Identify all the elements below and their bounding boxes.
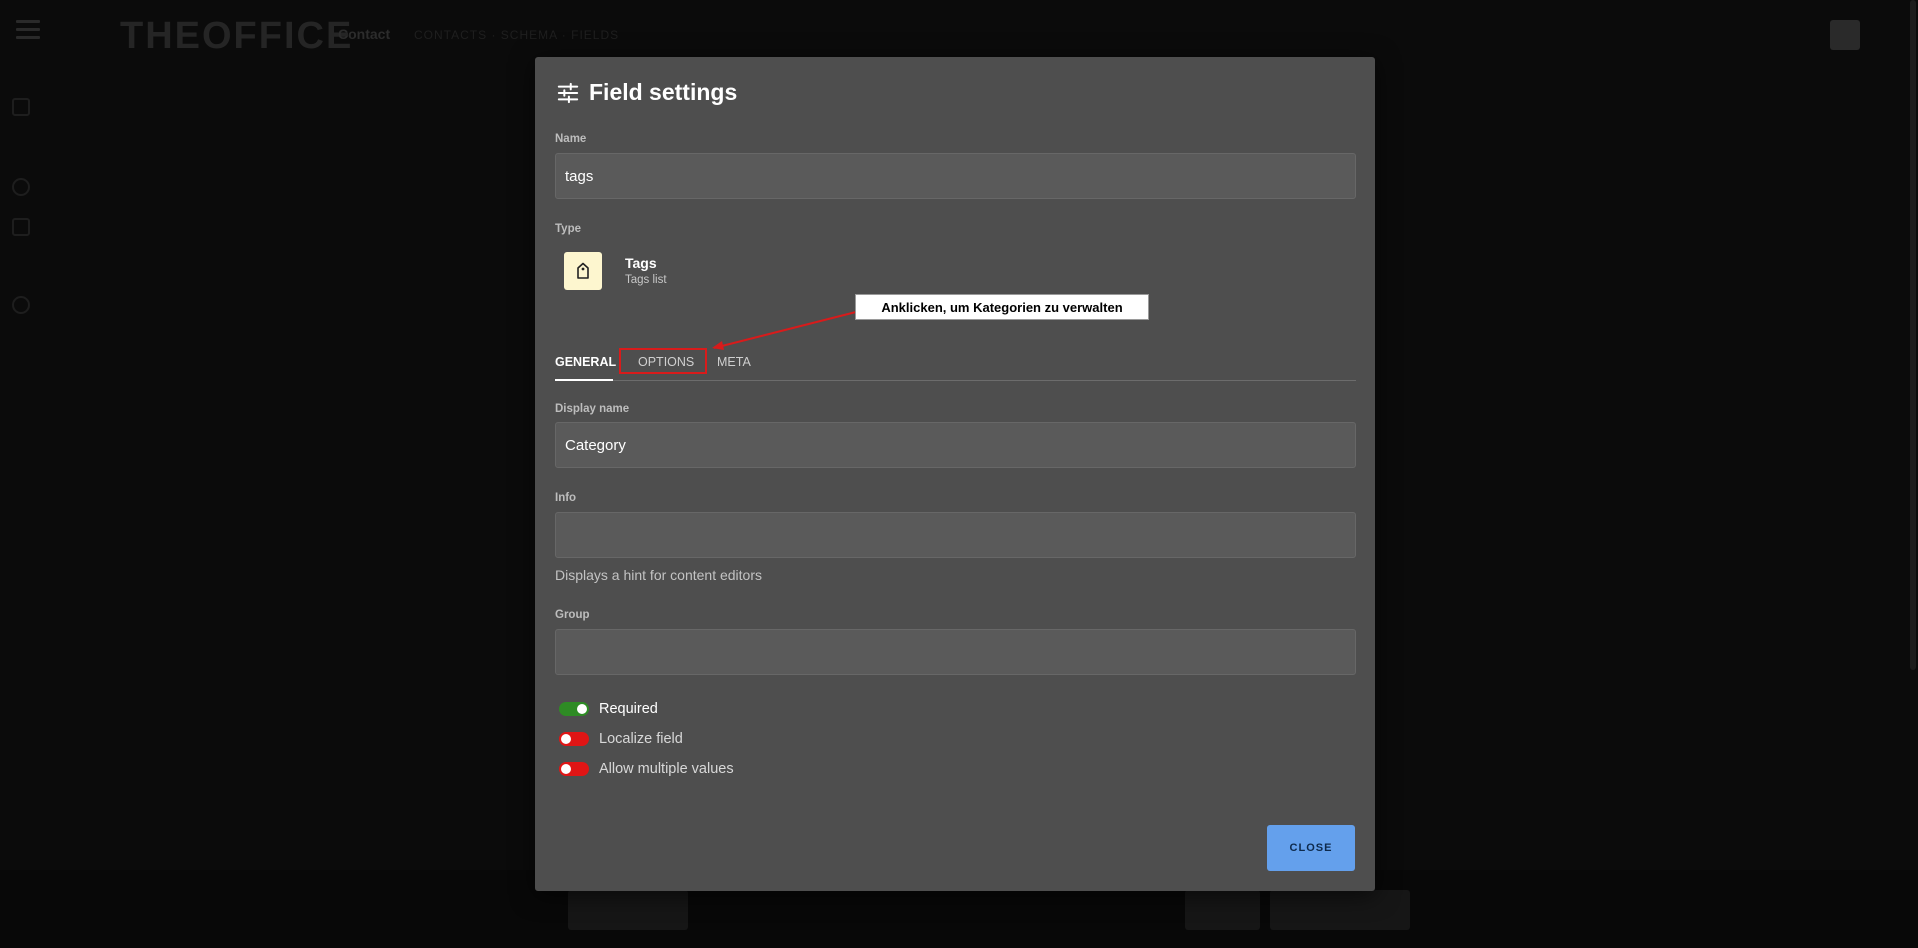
required-label: Required (599, 701, 658, 717)
background-button (1270, 890, 1410, 930)
sliders-icon (557, 82, 579, 103)
type-icon-box (564, 252, 602, 290)
group-input[interactable] (555, 629, 1356, 675)
app-logo: THEOFFICE (120, 15, 354, 57)
toggle-knob (577, 704, 587, 714)
multiple-values-toggle[interactable] (559, 762, 589, 776)
dialog-title: Field settings (589, 79, 738, 105)
sidebar-icon-assets (12, 178, 30, 196)
type-label: Type (555, 223, 581, 235)
required-toggle[interactable] (559, 702, 589, 716)
annotation-arrow-icon (712, 311, 857, 350)
name-label: Name (555, 133, 587, 145)
scrollbar[interactable] (1910, 0, 1916, 670)
breadcrumb: Contact (338, 26, 391, 42)
group-label: Group (555, 609, 590, 621)
toggle-knob (561, 764, 571, 774)
multiple-values-label: Allow multiple values (599, 761, 734, 777)
sidebar-icon-content (12, 98, 30, 116)
dialog-header: Field settings (557, 79, 737, 106)
localize-label: Localize field (599, 731, 683, 747)
display-name-label: Display name (555, 403, 630, 415)
info-input[interactable] (555, 512, 1356, 558)
multiple-values-toggle-row[interactable]: Allow multiple values (559, 761, 734, 777)
name-input[interactable]: tags (555, 153, 1356, 199)
type-description: Tags list (625, 274, 667, 286)
localize-toggle[interactable] (559, 732, 589, 746)
close-button[interactable]: CLOSE (1267, 825, 1355, 871)
background-button (1185, 890, 1260, 930)
breadcrumb-path: CONTACTS · SCHEMA · FIELDS (414, 28, 620, 42)
background-button (568, 890, 688, 930)
avatar (1830, 20, 1860, 50)
menu-icon (16, 20, 40, 40)
info-label: Info (555, 492, 577, 504)
sidebar-icon-search (12, 296, 30, 314)
field-settings-dialog: Field settings Name tags Type Tags Tags … (535, 57, 1375, 891)
toggle-knob (561, 734, 571, 744)
tab-general[interactable]: GENERAL (555, 355, 616, 369)
active-tab-indicator (555, 379, 613, 381)
options-tab-highlight (619, 348, 707, 374)
tag-icon (577, 262, 589, 279)
required-toggle-row[interactable]: Required (559, 701, 658, 717)
localize-toggle-row[interactable]: Localize field (559, 731, 683, 747)
type-name: Tags (625, 255, 657, 271)
display-name-input[interactable]: Category (555, 422, 1356, 468)
sidebar-icon-schema (12, 218, 30, 236)
info-hint: Displays a hint for content editors (555, 567, 762, 583)
annotation-callout: Anklicken, um Kategorien zu verwalten (855, 294, 1149, 320)
